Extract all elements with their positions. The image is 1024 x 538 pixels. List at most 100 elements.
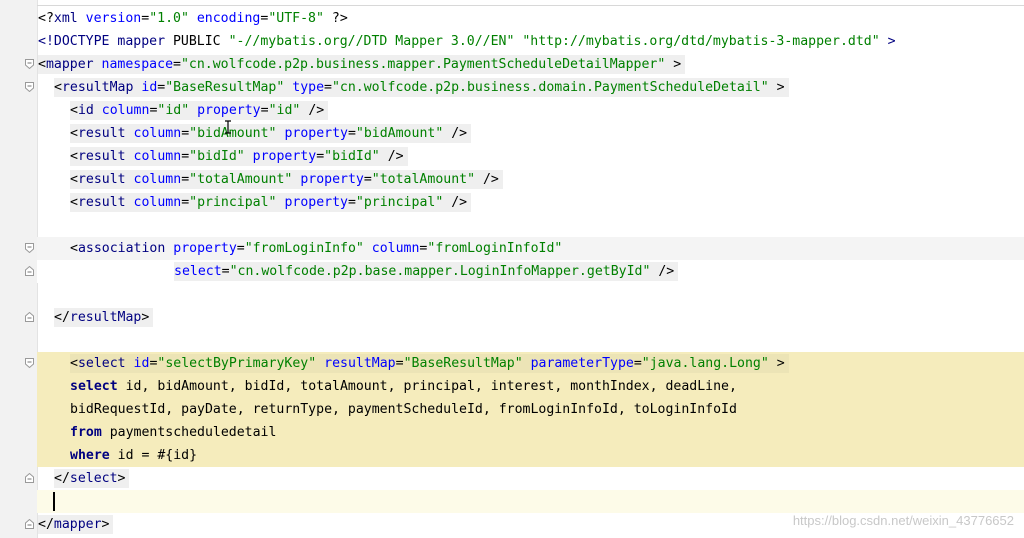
- token: version: [85, 11, 142, 26]
- token: </: [54, 471, 70, 486]
- token: =: [324, 80, 332, 95]
- code-line-mapper-open[interactable]: <mapper namespace="cn.wolfcode.p2p.busin…: [0, 53, 1024, 76]
- fold-open-icon[interactable]: [25, 82, 34, 92]
- code-line-select-open[interactable]: <select id = "selectByPrimaryKey" resultMa…: [25, 352, 1024, 375]
- code-line-doctype[interactable]: <!DOCTYPE mapper PUBLIC "-//mybatis.org/…: [0, 30, 1024, 53]
- token: column: [371, 241, 420, 256]
- token: =: [181, 126, 190, 141]
- token: >: [776, 356, 785, 371]
- fold-open-icon[interactable]: [25, 358, 34, 368]
- code-line-association-open[interactable]: <association property="fromLoginInfo" co…: [25, 237, 1024, 260]
- code-text[interactable]: <resultMap id="BaseResultMap" type="cn.w…: [54, 78, 789, 97]
- code-editor[interactable]: <?xml version="1.0" encoding="UTF-8" ?> <…: [0, 0, 1024, 538]
- token: column: [101, 103, 150, 118]
- token: result: [77, 149, 126, 164]
- code-line-sql-where[interactable]: where id = #{id}: [37, 444, 1024, 467]
- token: "id": [268, 103, 301, 118]
- code-text[interactable]: bidRequestId, payDate, returnType, payme…: [70, 400, 741, 419]
- code-text[interactable]: </select>: [54, 469, 130, 488]
- token: =: [221, 264, 230, 279]
- code-text[interactable]: <mapper namespace="cn.wolfcode.p2p.busin…: [38, 55, 686, 74]
- token: xml: [53, 11, 78, 26]
- token: >: [673, 57, 682, 72]
- token: =: [633, 356, 642, 371]
- code-text[interactable]: <result column="principal" property="pri…: [70, 193, 472, 212]
- token: =: [363, 172, 372, 187]
- code-text[interactable]: </mapper>: [38, 515, 114, 534]
- code-text[interactable]: <result column="totalAmount" property="t…: [70, 170, 503, 189]
- code-line-id-line[interactable]: <id column="id" property="id" />: [0, 99, 1024, 122]
- token: "id": [157, 103, 190, 118]
- fold-close-icon[interactable]: [25, 519, 34, 529]
- token: resultMap: [69, 310, 142, 325]
- code-text[interactable]: from paymentscheduledetail: [70, 423, 280, 442]
- code-text[interactable]: <id column="id" property="id" />: [70, 101, 329, 120]
- code-text[interactable]: <select id = "selectByPrimaryKey" resultMa…: [70, 354, 789, 373]
- token: <: [70, 241, 78, 256]
- fold-close-icon[interactable]: [25, 473, 34, 483]
- fold-close-icon[interactable]: [25, 312, 34, 322]
- token: id: [77, 103, 94, 118]
- code-text[interactable]: <?xml version="1.0" encoding="UTF-8" ?>: [38, 9, 352, 28]
- code-line-blank-2[interactable]: [0, 283, 1024, 306]
- code-line-blank-1[interactable]: [0, 214, 1024, 237]
- code-line-caret-line[interactable]: [37, 490, 1024, 513]
- token: column: [133, 149, 182, 164]
- code-line-resultmap-open[interactable]: <resultMap id="BaseResultMap" type="cn.w…: [0, 76, 1024, 99]
- code-text[interactable]: <result column="bidAmount" property="bid…: [70, 124, 472, 143]
- code-text[interactable]: <result column="bidId" property="bidId" …: [70, 147, 408, 166]
- token: =: [316, 149, 325, 164]
- code-text[interactable]: select="cn.wolfcode.p2p.base.mapper.Logi…: [174, 262, 679, 281]
- code-line-result-bidamount[interactable]: <result column="bidAmount" property="bid…: [0, 122, 1024, 145]
- text-caret: [53, 492, 55, 511]
- token: ?>: [331, 11, 348, 26]
- token: "cn.wolfcode.p2p.business.mapper.Payment…: [180, 57, 666, 72]
- code-line-result-bidid[interactable]: <result column="bidId" property="bidId" …: [0, 145, 1024, 168]
- code-text[interactable]: where id = #{id}: [70, 446, 201, 465]
- code-line-association-select[interactable]: select="cn.wolfcode.p2p.base.mapper.Logi…: [25, 260, 1024, 283]
- code-line-resultmap-close[interactable]: </resultMap>: [0, 306, 1024, 329]
- token: "fromLoginInfoId": [427, 241, 563, 256]
- code-line-blank-3[interactable]: [0, 329, 1024, 352]
- code-line-select-close[interactable]: </select>: [0, 467, 1024, 490]
- code-line-result-principal[interactable]: <result column="principal" property="pri…: [0, 191, 1024, 214]
- token: "principal": [355, 195, 444, 210]
- token: association: [77, 241, 166, 256]
- token: result: [77, 172, 126, 187]
- code-line-sql-select[interactable]: select id, bidAmount, bidId, totalAmount…: [37, 375, 1024, 398]
- token: from: [70, 425, 102, 440]
- code-line-sql-from[interactable]: from paymentscheduledetail: [37, 421, 1024, 444]
- token: "-//mybatis.org//DTD Mapper 3.0//EN": [228, 34, 515, 49]
- fold-open-icon[interactable]: [25, 59, 34, 69]
- token: =: [173, 57, 181, 72]
- code-text[interactable]: select id, bidAmount, bidId, totalAmount…: [70, 377, 741, 396]
- code-text[interactable]: <association property="fromLoginInfo" co…: [70, 239, 566, 258]
- code-line-result-totalamount[interactable]: <result column="totalAmount" property="t…: [0, 168, 1024, 191]
- token: where: [70, 448, 110, 463]
- token: select: [69, 471, 118, 486]
- code-text[interactable]: </resultMap>: [54, 308, 154, 327]
- fold-close-icon[interactable]: [25, 266, 34, 276]
- token: >: [141, 310, 150, 325]
- token: column: [133, 126, 182, 141]
- code-line-sql-cols[interactable]: bidRequestId, payDate, returnType, payme…: [37, 398, 1024, 421]
- code-text[interactable]: <!DOCTYPE mapper PUBLIC "-//mybatis.org/…: [38, 32, 900, 51]
- token: paymentscheduledetail: [101, 425, 277, 440]
- token: "bidAmount": [189, 126, 277, 141]
- token: "cn.wolfcode.p2p.business.domain.Payment…: [331, 80, 769, 95]
- token: "selectByPrimaryKey": [157, 356, 317, 371]
- code-line-xml-decl[interactable]: <?xml version="1.0" encoding="UTF-8" ?>: [0, 7, 1024, 30]
- fold-open-icon[interactable]: [25, 243, 34, 253]
- token: "http://mybatis.org/dtd/mybatis-3-mapper…: [522, 34, 880, 49]
- token: id: [141, 80, 158, 95]
- token: =: [181, 172, 190, 187]
